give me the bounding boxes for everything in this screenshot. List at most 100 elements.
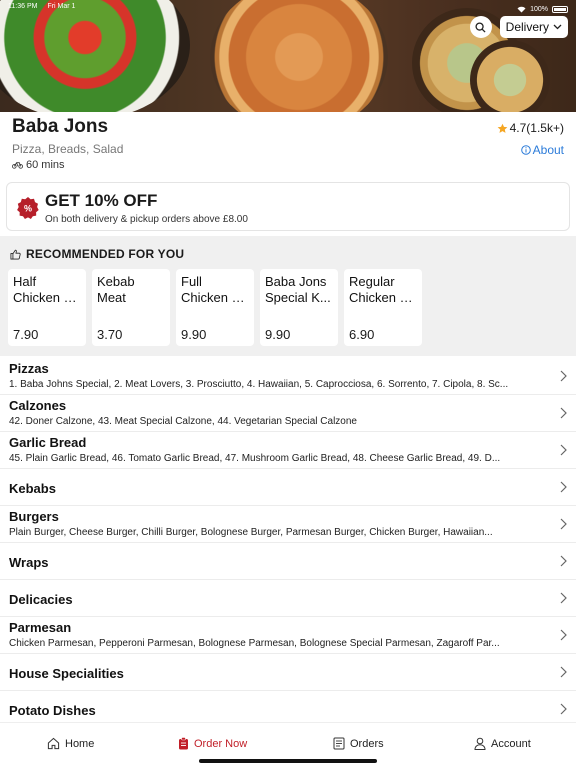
card-title-line2: Chicken K... <box>349 290 417 305</box>
home-indicator <box>199 759 377 763</box>
card-title-line1: Baba Jons <box>265 274 327 289</box>
card-price: 9.90 <box>265 327 291 342</box>
menu-category-row[interactable]: Calzones 42. Doner Calzone, 43. Meat Spe… <box>0 395 576 432</box>
card-title-line1: Kebab <box>97 274 135 289</box>
category-description: 42. Doner Calzone, 43. Meat Special Calz… <box>9 416 357 427</box>
cuisine-tags: Pizza, Breads, Salad <box>12 142 124 156</box>
tab-home-label: Home <box>65 737 95 750</box>
delivery-mode-label: Delivery <box>505 20 549 34</box>
chevron-right-icon <box>560 703 567 715</box>
category-title: Pizzas <box>9 361 49 376</box>
category-title: Calzones <box>9 398 67 413</box>
card-title-line2: Chicken P... <box>181 290 249 305</box>
status-bar: 11:36 PM Fri Mar 1 100% <box>8 3 568 15</box>
chevron-right-icon <box>560 444 567 456</box>
discount-badge-icon: % <box>17 197 39 219</box>
offer-banner[interactable]: % GET 10% OFF On both delivery & pickup … <box>6 182 570 231</box>
category-title: Burgers <box>9 509 59 524</box>
battery-percent: 100% <box>530 5 548 13</box>
menu-category-row[interactable]: House Specialities <box>0 654 576 691</box>
delivery-time: 60 mins <box>12 159 65 171</box>
category-title: Delicacies <box>9 592 73 607</box>
chevron-right-icon <box>560 481 567 493</box>
about-label: About <box>532 143 564 157</box>
card-title-line1: Half <box>13 274 37 289</box>
receipt-icon <box>333 737 345 750</box>
menu-category-row[interactable]: Kebabs <box>0 469 576 506</box>
menu-category-row[interactable]: Garlic Bread 45. Plain Garlic Bread, 46.… <box>0 432 576 469</box>
chevron-right-icon <box>560 407 567 419</box>
menu-category-row[interactable]: Wraps <box>0 543 576 580</box>
chevron-right-icon <box>560 555 567 567</box>
order-icon <box>179 737 188 750</box>
recommended-section: RECOMMENDED FOR YOU Half Chicken P... 7.90… <box>0 236 576 356</box>
card-price: 6.90 <box>349 327 375 342</box>
menu-category-list: Pizzas 1. Baba Johns Special, 2. Meat Lo… <box>0 358 576 719</box>
recommended-card[interactable]: Regular Chicken K... 6.90 <box>344 269 422 346</box>
wifi-icon <box>517 6 526 12</box>
tab-account-label: Account <box>491 737 531 750</box>
thumbs-up-icon <box>10 249 21 259</box>
restaurant-name: Baba Jons <box>12 116 109 137</box>
recommended-card[interactable]: Kebab Meat 3.70 <box>92 269 170 346</box>
category-title: Wraps <box>9 555 49 570</box>
search-icon <box>475 21 486 33</box>
recommended-card[interactable]: Half Chicken P... 7.90 <box>8 269 86 346</box>
tab-orders-label: Orders <box>350 737 384 750</box>
chevron-right-icon <box>560 666 567 678</box>
tab-home[interactable]: Home <box>47 737 94 750</box>
category-description: 45. Plain Garlic Bread, 46. Tomato Garli… <box>9 453 501 464</box>
rating-value: 4.7(1.5k+) <box>509 121 564 135</box>
recommended-heading: RECOMMENDED FOR YOU <box>10 247 184 261</box>
recommended-heading-label: RECOMMENDED FOR YOU <box>26 247 185 261</box>
card-title-line2: Meat <box>97 290 126 305</box>
card-title-line2: Chicken P... <box>13 290 81 305</box>
menu-category-row[interactable]: Burgers Plain Burger, Cheese Burger, Chi… <box>0 506 576 543</box>
category-title: House Specialities <box>9 666 124 681</box>
info-icon <box>520 145 531 155</box>
star-icon <box>497 123 507 133</box>
category-title: Kebabs <box>9 481 56 496</box>
tab-account[interactable]: Account <box>474 737 531 750</box>
hero-banner: 11:36 PM Fri Mar 1 100% Delivery <box>0 0 576 112</box>
category-description: 1. Baba Johns Special, 2. Meat Lovers, 3… <box>9 379 509 390</box>
category-title: Potato Dishes <box>9 703 96 718</box>
category-title: Garlic Bread <box>9 435 87 450</box>
menu-category-row[interactable]: Parmesan Chicken Parmesan, Pepperoni Par… <box>0 617 576 654</box>
tab-order-now[interactable]: Order Now <box>178 737 247 750</box>
search-button[interactable] <box>469 16 492 38</box>
person-icon <box>474 737 486 750</box>
battery-icon <box>552 5 568 13</box>
rating: 4.7(1.5k+) <box>497 121 564 135</box>
recommended-cards: Half Chicken P... 7.90 Kebab Meat 3.70 Full C… <box>8 269 422 346</box>
salad-image <box>0 0 190 112</box>
menu-category-row[interactable]: Pizzas 1. Baba Johns Special, 2. Meat Lo… <box>0 358 576 395</box>
garlic-bread-image-2 <box>470 40 550 112</box>
recommended-card[interactable]: Baba Jons Special K... 9.90 <box>260 269 338 346</box>
status-date: Fri Mar 1 <box>47 3 76 10</box>
menu-category-row[interactable]: Delicacies <box>0 580 576 617</box>
home-icon <box>47 737 60 750</box>
menu-category-row[interactable]: Potato Dishes <box>0 691 576 719</box>
chevron-down-icon <box>553 24 562 30</box>
card-price: 3.70 <box>97 327 123 342</box>
status-time: 11:36 PM <box>8 3 38 10</box>
offer-subtitle: On both delivery & pickup orders above £… <box>45 214 248 225</box>
category-title: Parmesan <box>9 620 72 635</box>
about-link[interactable]: About <box>520 143 564 157</box>
delivery-mode-select[interactable]: Delivery <box>499 16 568 38</box>
offer-title: GET 10% OFF <box>45 191 158 210</box>
tab-orders[interactable]: Orders <box>333 737 384 750</box>
chevron-right-icon <box>560 518 567 530</box>
tab-order-now-label: Order Now <box>194 737 248 750</box>
chevron-right-icon <box>560 629 567 641</box>
card-price: 7.90 <box>13 327 39 342</box>
card-title-line1: Regular <box>349 274 395 289</box>
card-title-line2: Special K... <box>265 290 331 305</box>
svg-text:%: % <box>24 204 32 214</box>
recommended-card[interactable]: Full Chicken P... 9.90 <box>176 269 254 346</box>
chevron-right-icon <box>560 370 567 382</box>
card-title-line1: Full <box>181 274 202 289</box>
card-price: 9.90 <box>181 327 207 342</box>
category-description: Plain Burger, Cheese Burger, Chilli Burg… <box>9 527 493 538</box>
